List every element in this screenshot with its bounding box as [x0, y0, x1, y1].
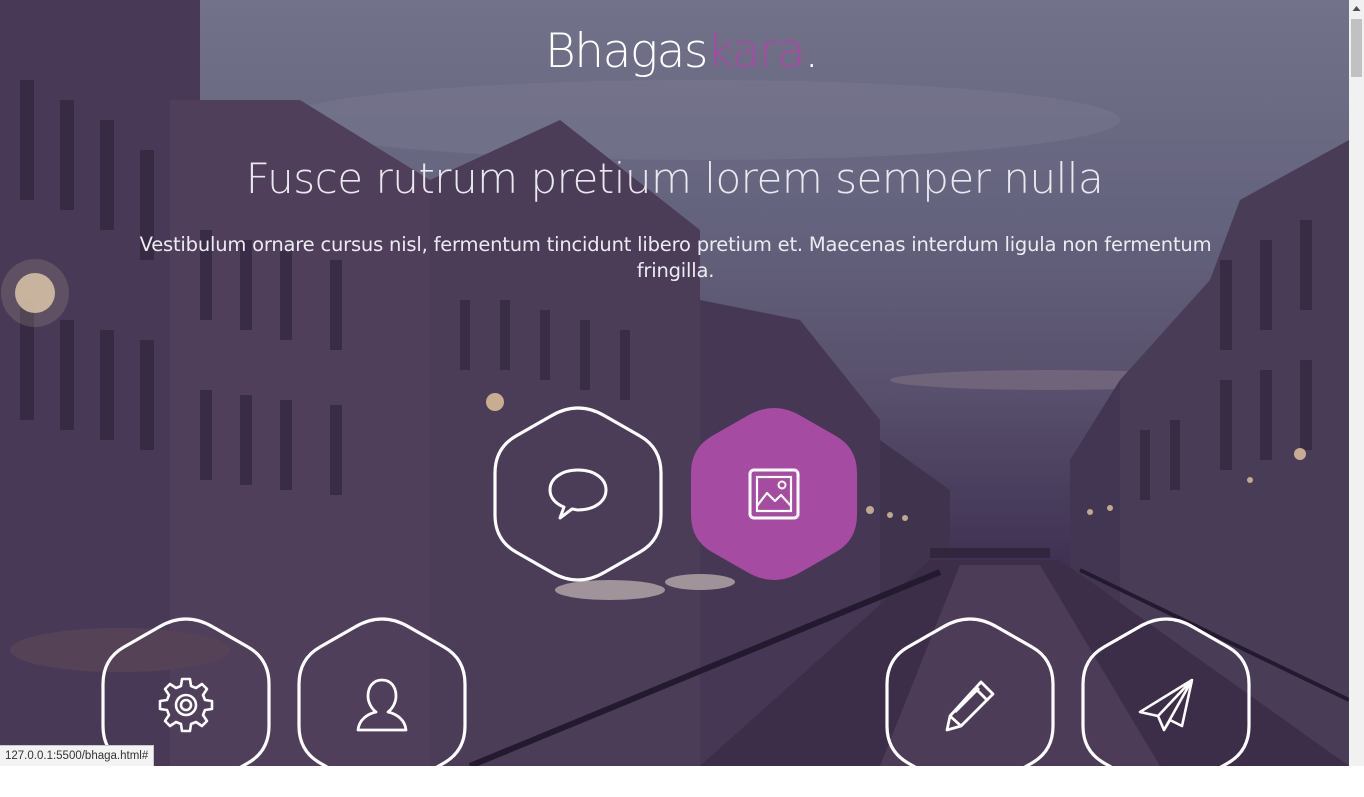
feature-hexagon-image[interactable] [689, 402, 859, 586]
feature-hexagon-user[interactable] [297, 613, 467, 797]
vertical-scrollbar[interactable] [1349, 0, 1364, 766]
feature-hexagon-settings[interactable] [101, 613, 271, 797]
image-icon [748, 468, 800, 520]
gear-icon [158, 677, 214, 733]
browser-status-bar: 127.0.0.1:5500/bhaga.html# [0, 745, 155, 766]
feature-hexagon-send[interactable] [1081, 613, 1251, 797]
brand-logo[interactable]: Bhagaskara. [545, 24, 819, 80]
scrollbar-thumb[interactable] [1351, 19, 1362, 77]
scroll-up-arrow-icon[interactable] [1349, 0, 1364, 17]
feature-hexagon-chat[interactable] [493, 402, 663, 586]
pencil-icon [945, 680, 995, 732]
hero-subtext: Vestibulum ornare cursus nisl, fermentum… [139, 233, 1212, 282]
speech-bubble-icon [548, 468, 608, 520]
brand-logo-dot: . [804, 24, 819, 79]
user-icon [356, 678, 408, 732]
brand-logo-accent: kara [706, 24, 806, 79]
hero-headline: Fusce rutrum pretium lorem semper nulla [245, 154, 1104, 203]
paper-plane-icon [1138, 678, 1194, 732]
brand-logo-primary: Bhagas [545, 24, 708, 79]
feature-hexagon-edit[interactable] [885, 613, 1055, 797]
